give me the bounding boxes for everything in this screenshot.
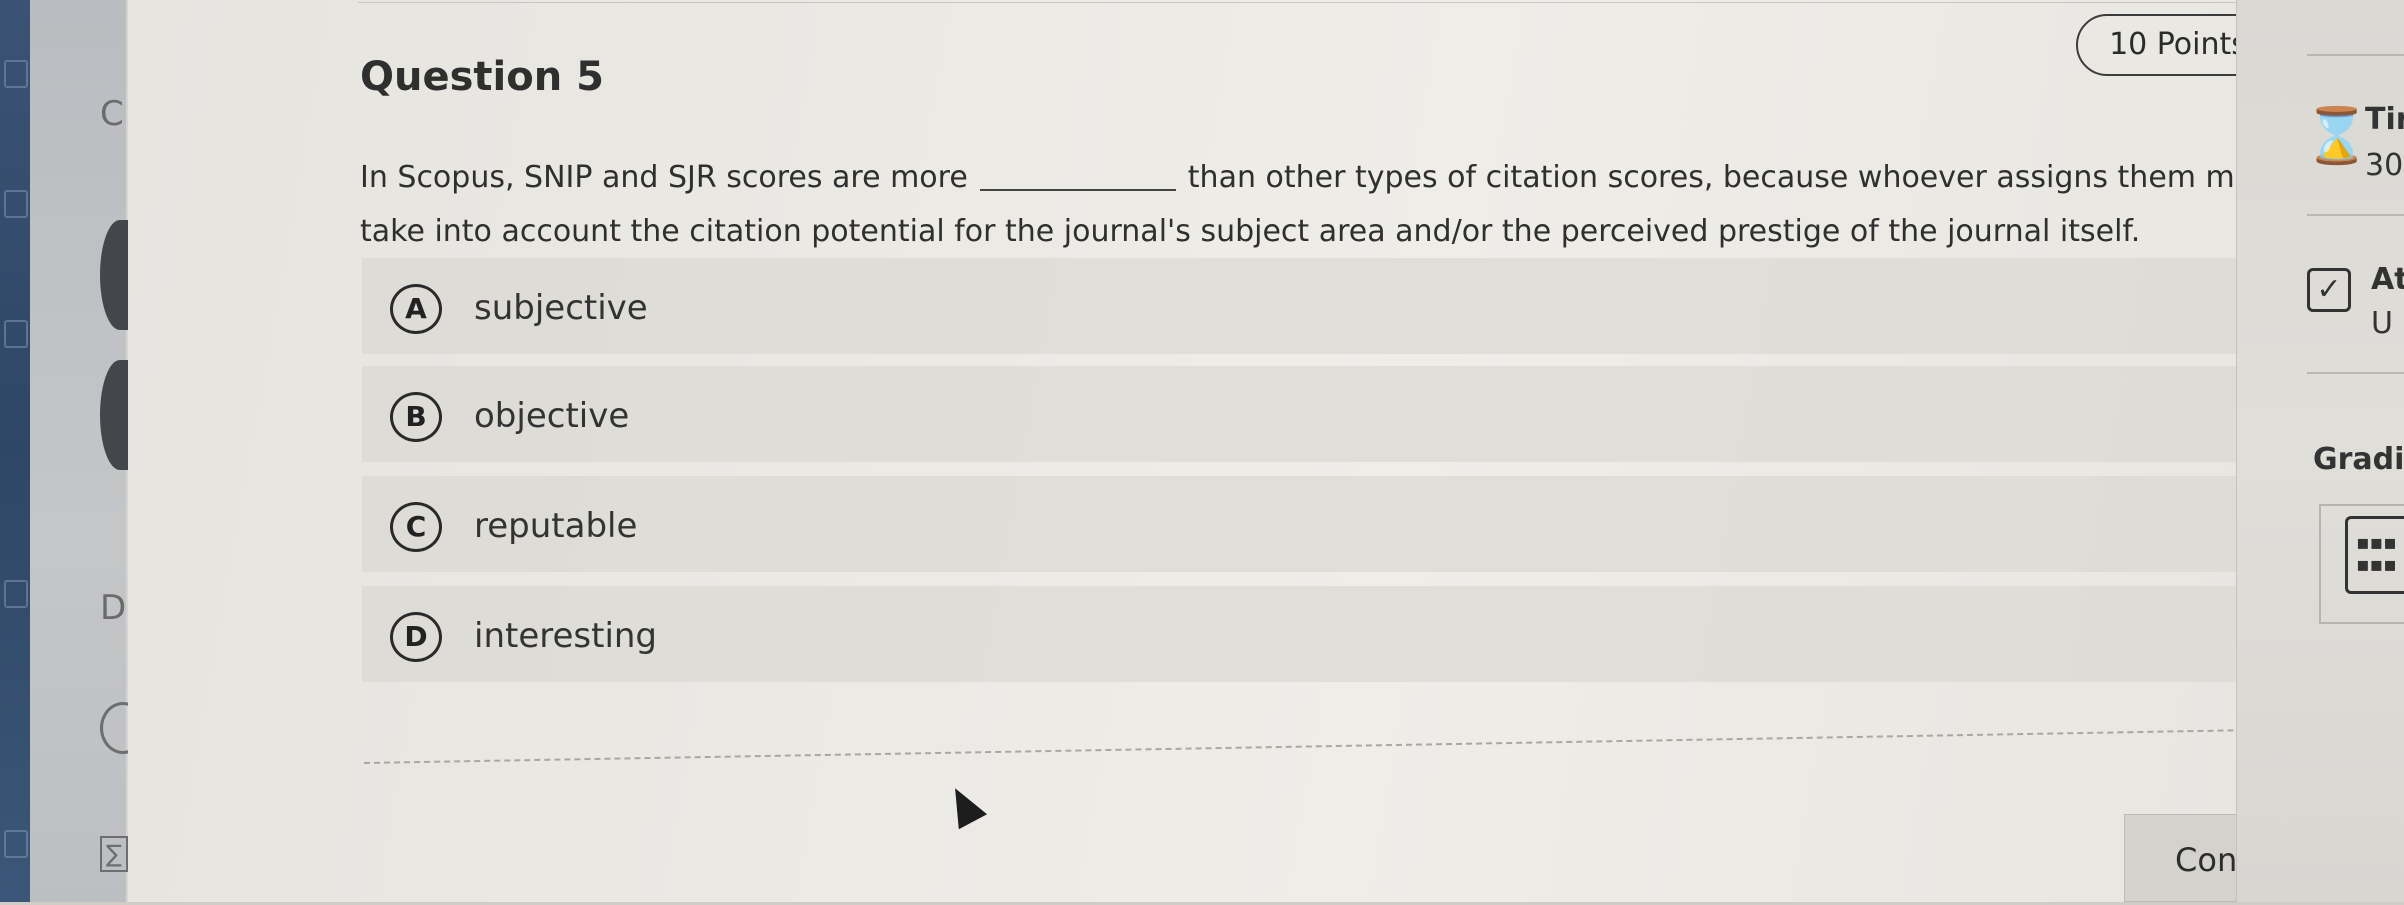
dashed-divider	[363, 727, 2324, 764]
sigma-icon[interactable]: ∑	[100, 836, 128, 872]
timer-label: Tir	[2365, 102, 2404, 137]
choice-letter-c: C	[390, 502, 442, 552]
choice-text-b: objective	[474, 396, 630, 436]
choice-letter-d: D	[390, 612, 442, 662]
choice-a[interactable]: A subjective	[362, 258, 2310, 354]
checkbox-icon: ✓	[2307, 268, 2351, 312]
divider	[2307, 54, 2404, 56]
question-title: Question 5	[360, 54, 604, 100]
choice-letter-b: B	[390, 392, 442, 442]
divider	[358, 2, 2318, 3]
attempt-value: U	[2371, 306, 2393, 341]
nav-icon[interactable]	[4, 320, 28, 348]
choice-text-c: reputable	[474, 506, 638, 546]
hourglass-icon: ⌛	[2303, 104, 2371, 167]
choice-text-a: subjective	[474, 288, 648, 328]
nav-icon[interactable]	[4, 190, 28, 218]
attempt-label: At	[2371, 262, 2404, 297]
nav-icon[interactable]	[4, 580, 28, 608]
choice-c[interactable]: C reputable	[362, 476, 2310, 572]
panel-letter-c: C	[100, 94, 124, 134]
divider	[2307, 214, 2404, 216]
choice-text-d: interesting	[474, 616, 658, 656]
nav-icon[interactable]	[4, 60, 28, 88]
choice-d[interactable]: D interesting	[362, 586, 2310, 682]
question-stem: In Scopus, SNIP and SJR scores are more t…	[360, 158, 2310, 252]
stem-text-2: than other types of citation scores, bec…	[1187, 160, 2282, 195]
answer-blank	[979, 189, 1176, 191]
question-card: Question 5 10 Points In Scopus, SNIP and…	[128, 0, 2370, 902]
app-nav-rail	[0, 0, 30, 902]
panel-letter-d: D	[100, 588, 127, 628]
stem-text-1: In Scopus, SNIP and SJR scores are more	[360, 160, 968, 195]
screen: C D ∑ Question 5 10 Points In Scopus, SN…	[0, 0, 2404, 902]
choice-letter-a: A	[390, 284, 442, 334]
choice-b[interactable]: B objective	[362, 366, 2310, 462]
timer-value: 30	[2365, 148, 2404, 183]
nav-icon[interactable]	[4, 830, 28, 858]
stem-text-3: take into account the citation potential…	[360, 214, 2141, 249]
grading-label: Gradir	[2313, 442, 2404, 477]
divider	[2307, 372, 2404, 374]
quiz-sidebar: ⌛ Tir 30 ✓ At U Gradir ▪▪▪▪▪▪	[2236, 0, 2404, 902]
calendar-icon: ▪▪▪ ▪▪▪	[2345, 516, 2404, 594]
